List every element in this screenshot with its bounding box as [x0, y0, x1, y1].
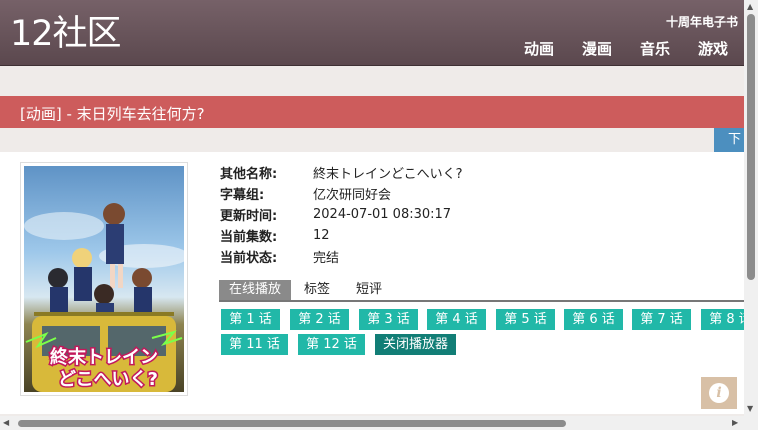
page-title-bar: [动画] - 末日列车去往何方?	[0, 96, 744, 128]
detail-label: 当前集数:	[220, 230, 278, 245]
page-viewport: 12社区 十周年电子书 动画 漫画 音乐 游戏 [动画] - 末日列车去往何方?…	[0, 0, 758, 430]
detail-row-updated: 更新时间: 2024-07-01 08:30:17	[220, 204, 463, 225]
detail-value: 完结	[313, 251, 340, 266]
scroll-left-arrow-icon[interactable]: ◀	[3, 418, 9, 428]
detail-value: 12	[313, 228, 330, 243]
site-header: 12社区 十周年电子书 动画 漫画 音乐 游戏	[0, 0, 744, 66]
close-player-button[interactable]: 关闭播放器	[375, 334, 456, 355]
episode-button-11[interactable]: 第 11 话	[221, 334, 288, 355]
main-nav: 动画 漫画 音乐 游戏	[524, 38, 728, 59]
scroll-right-arrow-icon[interactable]: ▶	[732, 418, 738, 428]
ebook-link[interactable]: 十周年电子书	[666, 13, 738, 30]
episode-button-5[interactable]: 第 5 话	[496, 309, 555, 330]
tab-online-play[interactable]: 在线播放	[219, 280, 292, 300]
detail-label: 当前状态:	[220, 251, 278, 266]
detail-label: 其他名称:	[220, 167, 278, 182]
info-icon: i	[709, 383, 729, 403]
detail-row-alt-name: 其他名称: 終末トレインどこへいく?	[220, 162, 463, 183]
download-tab[interactable]: 下	[714, 128, 748, 152]
poster-title-line1: 終末トレイン	[50, 346, 158, 368]
episode-button-1[interactable]: 第 1 话	[221, 309, 280, 330]
episode-button-7[interactable]: 第 7 话	[632, 309, 691, 330]
detail-row-episodes: 当前集数: 12	[220, 225, 463, 246]
detail-label: 字幕组:	[220, 188, 265, 203]
nav-item-manga[interactable]: 漫画	[582, 38, 612, 59]
info-badge[interactable]: i	[701, 377, 737, 409]
tab-reviews[interactable]: 短评	[343, 280, 395, 300]
nav-item-music[interactable]: 音乐	[640, 38, 670, 59]
scroll-down-arrow-icon[interactable]: ▼	[747, 404, 753, 414]
scrollbar-corner	[744, 416, 758, 430]
tab-tags[interactable]: 标签	[291, 280, 343, 300]
poster-frame: 終末トレイン どこへいく?	[20, 162, 188, 396]
site-logo[interactable]: 12社区	[10, 14, 122, 54]
anime-detail-card: 終末トレイン どこへいく? 其他名称: 終末トレインどこへいく? 字幕组: 亿次…	[0, 152, 758, 414]
logo-text: 社区	[52, 14, 122, 54]
episode-button-3[interactable]: 第 3 话	[359, 309, 418, 330]
content-tabs: 在线播放 标签 短评	[219, 280, 749, 302]
vertical-scroll-thumb[interactable]	[747, 14, 755, 280]
detail-list: 其他名称: 終末トレインどこへいく? 字幕组: 亿次研同好会 更新时间: 202…	[220, 162, 463, 267]
nav-item-anime[interactable]: 动画	[524, 38, 554, 59]
poster-illustration: 終末トレイン どこへいく?	[24, 203, 184, 392]
scroll-up-arrow-icon[interactable]: ▲	[747, 2, 753, 12]
detail-value: 終末トレインどこへいく?	[313, 167, 463, 182]
page-title: [动画] - 末日列车去往何方?	[20, 105, 205, 123]
episode-button-12[interactable]: 第 12 话	[298, 334, 365, 355]
nav-item-games[interactable]: 游戏	[698, 38, 728, 59]
detail-label: 更新时间:	[220, 209, 278, 224]
detail-value: 亿次研同好会	[313, 188, 392, 203]
episode-button-2[interactable]: 第 2 话	[290, 309, 349, 330]
horizontal-scrollbar[interactable]: ◀ ▶	[0, 416, 744, 430]
detail-row-status: 当前状态: 完结	[220, 246, 463, 267]
detail-row-subgroup: 字幕组: 亿次研同好会	[220, 183, 463, 204]
horizontal-scroll-thumb[interactable]	[18, 420, 566, 427]
vertical-scrollbar[interactable]: ▲ ▼	[744, 0, 758, 416]
poster-image: 終末トレイン どこへいく?	[24, 166, 184, 392]
episode-button-4[interactable]: 第 4 话	[427, 309, 486, 330]
poster-title-line2: どこへいく?	[58, 369, 158, 390]
detail-value: 2024-07-01 08:30:17	[313, 207, 452, 222]
episode-button-6[interactable]: 第 6 话	[564, 309, 623, 330]
logo-number: 12	[10, 14, 54, 54]
